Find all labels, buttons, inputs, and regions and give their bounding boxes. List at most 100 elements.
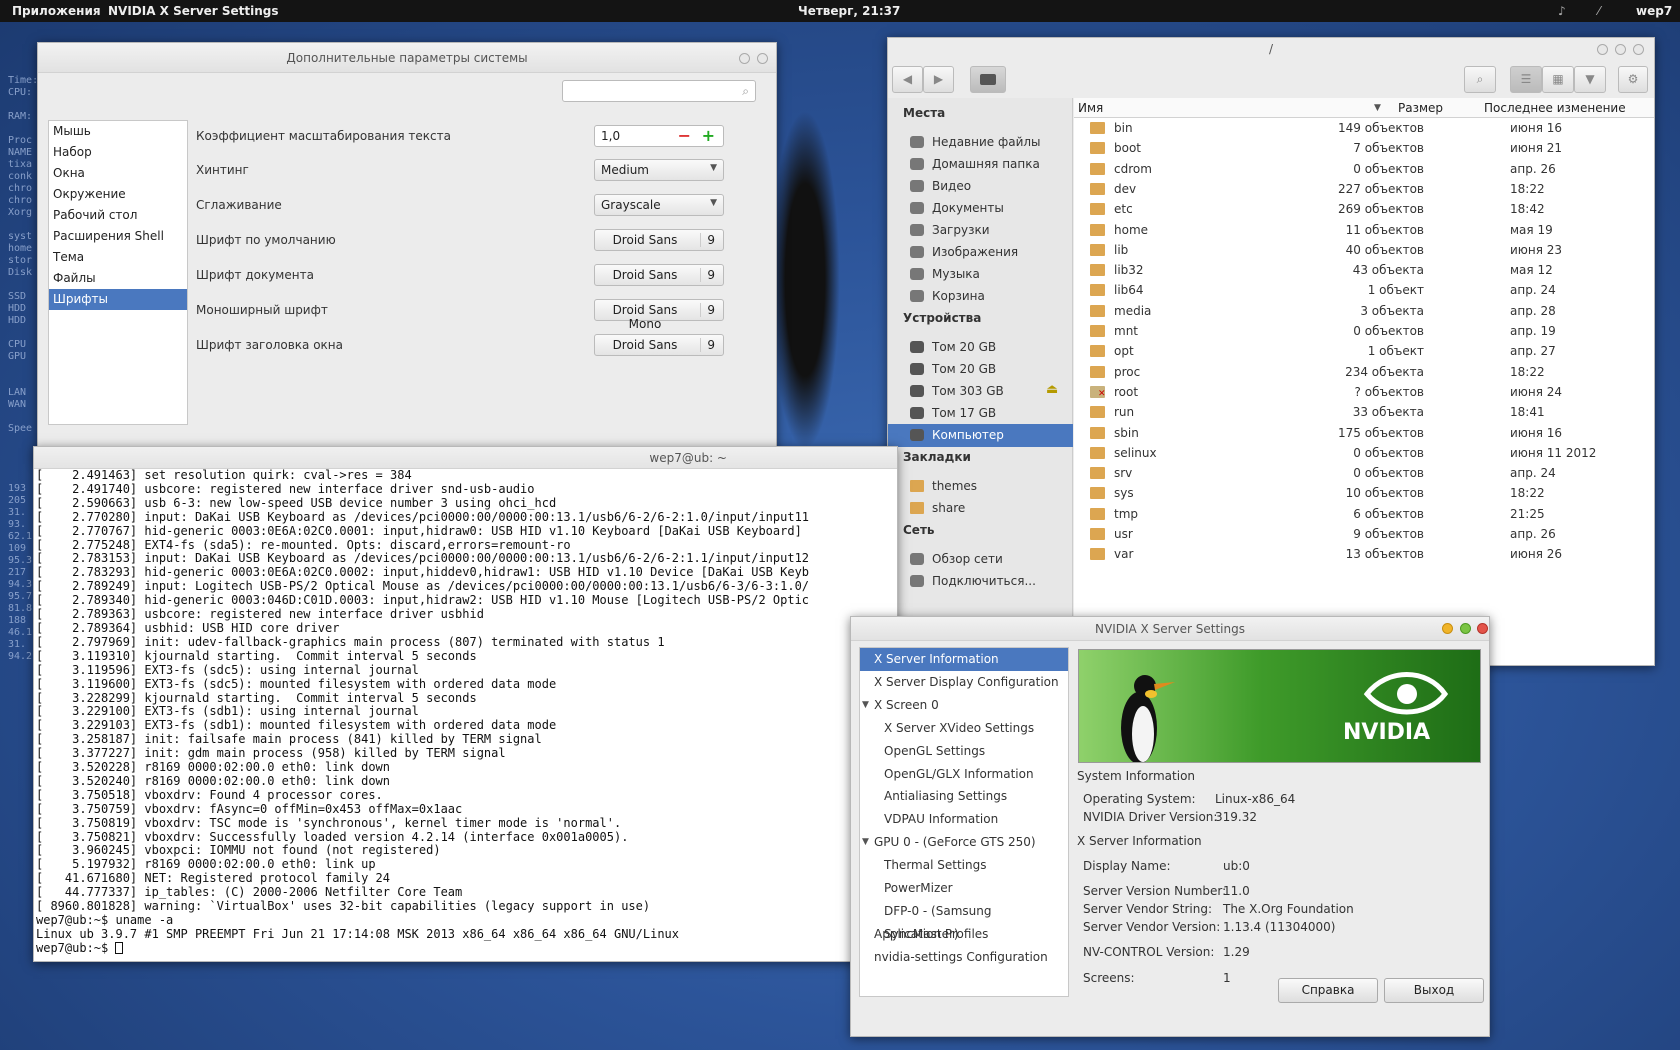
applications-menu[interactable]: Приложения xyxy=(12,4,101,18)
antialias-dropdown[interactable]: Grayscale ▼ xyxy=(594,194,724,216)
volume-icon[interactable]: ♪ xyxy=(1558,4,1566,18)
help-button[interactable]: Справка xyxy=(1278,978,1378,1003)
col-size-header[interactable]: Размер xyxy=(1398,101,1443,115)
network-icon[interactable]: ⁄ xyxy=(1598,4,1600,18)
place-item[interactable]: Домашняя папка xyxy=(888,153,1073,176)
minimize-button[interactable] xyxy=(739,53,750,64)
file-row[interactable]: dev 227 объектов 18:22 xyxy=(1074,179,1654,200)
close-button[interactable] xyxy=(1477,623,1488,634)
nvidia-tree-item[interactable]: Antialiasing Settings xyxy=(860,785,1068,808)
sidebar-item[interactable]: Окна xyxy=(49,163,187,184)
back-button[interactable]: ◀ xyxy=(892,66,923,93)
sidebar-item[interactable]: Тема xyxy=(49,247,187,268)
file-row[interactable]: mnt 0 объектов апр. 19 xyxy=(1074,321,1654,342)
nvidia-tree-item[interactable]: OpenGL Settings xyxy=(860,740,1068,763)
sidebar-item[interactable]: Мышь xyxy=(49,121,187,142)
scale-spinner[interactable]: 1,0 − + xyxy=(594,125,724,147)
close-button[interactable] xyxy=(1633,44,1644,55)
place-item[interactable]: Том 17 GB xyxy=(888,402,1073,425)
minimize-button[interactable] xyxy=(1442,623,1453,634)
place-item[interactable]: Подключиться... xyxy=(888,570,1073,593)
file-row[interactable]: run 33 объекта 18:41 xyxy=(1074,402,1654,423)
sidebar-item[interactable]: Окружение xyxy=(49,184,187,205)
increase-button[interactable]: + xyxy=(702,126,715,145)
maximize-button[interactable] xyxy=(1460,623,1471,634)
file-row[interactable]: var 13 объектов июня 26 xyxy=(1074,544,1654,565)
place-item[interactable]: Загрузки xyxy=(888,219,1073,242)
sidebar-item[interactable]: Рабочий стол xyxy=(49,205,187,226)
quit-button[interactable]: Выход xyxy=(1384,978,1484,1003)
place-item[interactable]: Документы xyxy=(888,197,1073,220)
nvidia-titlebar[interactable]: NVIDIA X Server Settings xyxy=(851,617,1489,641)
search-button[interactable]: ⌕ xyxy=(1464,66,1496,93)
place-item[interactable]: themes xyxy=(888,475,1073,498)
file-row[interactable]: usr 9 объектов апр. 26 xyxy=(1074,524,1654,545)
file-row[interactable]: tmp 6 объектов 21:25 xyxy=(1074,504,1654,525)
place-item[interactable]: Том 20 GB xyxy=(888,336,1073,359)
nvidia-tree-item[interactable]: PowerMizer xyxy=(860,877,1068,900)
place-item[interactable]: share xyxy=(888,497,1073,520)
file-row[interactable]: boot 7 объектов июня 21 xyxy=(1074,138,1654,159)
file-row[interactable]: opt 1 объект апр. 27 xyxy=(1074,341,1654,362)
file-row[interactable]: cdrom 0 объектов апр. 26 xyxy=(1074,159,1654,180)
file-row[interactable]: lib64 1 объект апр. 24 xyxy=(1074,280,1654,301)
col-name-header[interactable]: Имя xyxy=(1078,101,1103,115)
sidebar-item[interactable]: Файлы xyxy=(49,268,187,289)
place-item[interactable]: Музыка xyxy=(888,263,1073,286)
nvidia-tree-item[interactable]: ▼ GPU 0 - (GeForce GTS 250) xyxy=(860,831,1068,854)
nvidia-tree-item[interactable]: X Server Display Configuration xyxy=(860,671,1068,694)
eject-icon[interactable]: ⏏ xyxy=(1046,382,1058,397)
terminal-titlebar[interactable]: wep7@ub: ~ xyxy=(34,447,897,469)
hinting-dropdown[interactable]: Medium ▼ xyxy=(594,159,724,181)
nvidia-tree-item[interactable]: X Server Information xyxy=(860,648,1068,671)
file-row[interactable]: media 3 объекта апр. 28 xyxy=(1074,301,1654,322)
file-row[interactable]: proc 234 объекта 18:22 xyxy=(1074,362,1654,383)
settings-search-input[interactable]: ⌕ xyxy=(562,80,756,102)
active-app-menu[interactable]: NVIDIA X Server Settings xyxy=(108,4,279,18)
nvidia-tree-item[interactable]: X Server XVideo Settings xyxy=(860,717,1068,740)
place-item[interactable]: Недавние файлы xyxy=(888,131,1073,154)
default-font-button[interactable]: Droid Sans 9 xyxy=(594,229,724,251)
file-row[interactable]: etc 269 объектов 18:42 xyxy=(1074,199,1654,220)
minimize-button[interactable] xyxy=(1597,44,1608,55)
settings-titlebar[interactable]: Дополнительные параметры системы xyxy=(38,43,776,73)
file-row[interactable]: bin 149 объектов июня 16 xyxy=(1074,118,1654,139)
place-item[interactable]: Обзор сети xyxy=(888,548,1073,571)
nvidia-tree-item[interactable]: Thermal Settings xyxy=(860,854,1068,877)
sidebar-item[interactable]: Набор xyxy=(49,142,187,163)
maximize-button[interactable] xyxy=(1615,44,1626,55)
forward-button[interactable]: ▶ xyxy=(923,66,954,93)
grid-view-button[interactable]: ▦ xyxy=(1542,66,1574,93)
nvidia-tree-item[interactable]: nvidia-settings Configuration xyxy=(860,946,1068,969)
file-row[interactable]: lib 40 объектов июня 23 xyxy=(1074,240,1654,261)
list-view-button[interactable]: ☰ xyxy=(1510,66,1542,93)
settings-menu-button[interactable]: ⚙ xyxy=(1618,66,1648,93)
terminal-output[interactable]: [ 2.491463] set resolution quirk: cval->… xyxy=(34,469,897,961)
file-row[interactable]: selinux 0 объектов июня 11 2012 xyxy=(1074,443,1654,464)
file-row[interactable]: lib32 43 объекта мая 12 xyxy=(1074,260,1654,281)
place-item[interactable]: Корзина xyxy=(888,285,1073,308)
col-modified-header[interactable]: Последнее изменение xyxy=(1484,101,1626,115)
sort-chevron-icon[interactable]: ▼ xyxy=(1374,103,1381,113)
expander-icon[interactable]: ▼ xyxy=(862,694,869,717)
sidebar-item[interactable]: Шрифты xyxy=(49,289,187,310)
place-item[interactable]: Том 20 GB xyxy=(888,358,1073,381)
decrease-button[interactable]: − xyxy=(678,126,691,145)
view-options-button[interactable]: ▼ xyxy=(1574,66,1606,93)
place-item[interactable]: Компьютер xyxy=(888,424,1073,447)
nvidia-tree-item[interactable]: Application Profiles xyxy=(860,923,1068,946)
user-menu[interactable]: wep7 xyxy=(1636,4,1672,18)
clock[interactable]: Четверг, 21:37 xyxy=(798,4,900,18)
file-row[interactable]: home 11 объектов мая 19 xyxy=(1074,220,1654,241)
terminal-prompt-line[interactable]: wep7@ub:~$ xyxy=(36,941,897,956)
place-item[interactable]: Видео xyxy=(888,175,1073,198)
place-item[interactable]: Изображения xyxy=(888,241,1073,264)
file-row[interactable]: sys 10 объектов 18:22 xyxy=(1074,483,1654,504)
mono-font-button[interactable]: Droid Sans Mono 9 xyxy=(594,299,724,331)
expander-icon[interactable]: ▼ xyxy=(862,831,869,854)
files-titlebar[interactable]: / xyxy=(888,38,1654,60)
nvidia-tree-item[interactable]: VDPAU Information xyxy=(860,808,1068,831)
file-row[interactable]: sbin 175 объектов июня 16 xyxy=(1074,423,1654,444)
doc-font-button[interactable]: Droid Sans 9 xyxy=(594,264,724,286)
sidebar-item[interactable]: Расширения Shell xyxy=(49,226,187,247)
